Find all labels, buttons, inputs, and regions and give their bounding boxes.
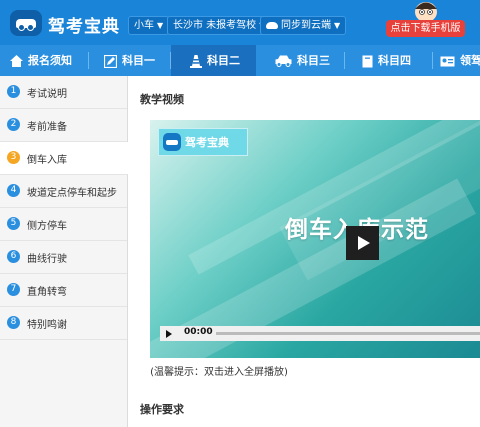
tab-subject-1[interactable]: 科目一 [104,45,155,76]
chevron-down-icon: ▼ [157,21,164,30]
house-icon [10,55,23,67]
app-title: 驾考宝典 [48,17,120,37]
tab-license[interactable]: 领驾 [440,45,480,76]
sidebar-item-label: 直角转弯 [27,287,67,298]
tab-registration[interactable]: 报名须知 [10,45,72,76]
sidebar-item-label: 侧方停车 [27,221,67,232]
tab-label: 领驾 [460,54,480,67]
sidebar-item-reverse-parking[interactable]: 3 倒车入库 [0,142,128,175]
top-header: 驾考宝典 小车▼ 长沙市 未报考驾校▼ 同步到云端▼ 点击下载手机版 [0,0,480,45]
fullscreen-tip-text: (温馨提示：双击进入全屏播放) [150,367,288,378]
sync-label: 同步到云端 [281,20,331,31]
step-number-badge: 1 [7,85,20,98]
step-number-badge: 6 [7,250,20,263]
sidebar-item-hill-start[interactable]: 4 坡道定点停车和起步 [0,175,127,208]
video-controls: 00:00 [160,326,480,341]
sidebar-item-label: 考试说明 [27,89,67,100]
car-icon [275,55,292,67]
video-player[interactable]: 驾考宝典 倒车入库示范 00:00 [150,120,480,358]
step-number-badge: 5 [7,217,20,230]
video-section-title: 教学视频 [140,93,184,106]
step-number-badge: 7 [7,283,20,296]
play-icon[interactable] [166,330,172,338]
video-logo-text: 驾考宝典 [185,136,229,149]
nav-divider [88,52,89,69]
app-logo-icon [10,10,42,36]
school-dropdown[interactable]: 长沙市 未报考驾校▼ [167,16,272,35]
cloud-icon [266,21,278,29]
progress-track[interactable] [216,332,480,335]
play-icon[interactable] [346,226,379,260]
sidebar-item-preparation[interactable]: 2 考前准备 [0,109,127,142]
car-type-dropdown[interactable]: 小车 ▼ [128,16,170,35]
id-card-icon [440,56,455,66]
traffic-cone-icon [190,54,202,68]
step-number-badge: 3 [7,151,20,164]
book-icon [362,55,373,67]
nav-divider [432,52,433,69]
main-content: 教学视频 驾考宝典 倒车入库示范 00:00 (温馨提示：双击进入全屏播放) 操… [128,76,480,427]
tab-subject-3[interactable]: 科目三 [275,45,330,76]
mascot-icon [415,2,437,20]
step-number-badge: 8 [7,316,20,329]
sidebar-item-label: 特别鸣谢 [27,320,67,331]
sidebar-item-label: 曲线行驶 [27,254,67,265]
step-number-badge: 4 [7,184,20,197]
sidebar-item-curve-driving[interactable]: 6 曲线行驶 [0,241,127,274]
video-time: 00:00 [184,327,213,337]
sidebar-item-thanks[interactable]: 8 特别鸣谢 [0,307,127,340]
nav-divider [344,52,345,69]
sidebar-item-label: 坡道定点停车和起步 [27,188,117,199]
tab-label: 科目三 [297,54,330,67]
fullscreen-tip: (温馨提示：双击进入全屏播放) [128,363,480,378]
tab-label: 科目四 [378,54,411,67]
tab-subject-4[interactable]: 科目四 [362,45,411,76]
download-app-button[interactable]: 点击下载手机版 [386,20,465,37]
sidebar-item-exam-notes[interactable]: 1 考试说明 [0,76,127,109]
app-logo-icon [163,133,181,151]
sidebar-item-right-angle-turn[interactable]: 7 直角转弯 [0,274,127,307]
tab-label: 科目一 [122,54,155,67]
school-label: 长沙市 未报考驾校 [173,20,257,31]
sidebar-item-parallel-parking[interactable]: 5 侧方停车 [0,208,127,241]
tab-label: 报名须知 [28,54,72,67]
pencil-icon [104,54,117,68]
sidebar-item-label: 倒车入库 [27,155,67,166]
requirements-section-title: 操作要求 [140,403,184,416]
tab-label: 科目二 [207,54,240,67]
sync-cloud-dropdown[interactable]: 同步到云端 ▼ [260,16,347,35]
video-logo-badge: 驾考宝典 [158,128,248,156]
step-number-badge: 2 [7,118,20,131]
subject-nav: 报名须知 科目一 科目二 科目三 科目四 领驾 [0,45,480,76]
car-type-label: 小车 [134,20,154,31]
sidebar: 1 考试说明 2 考前准备 3 倒车入库 4 坡道定点停车和起步 5 侧方停车 … [0,76,128,427]
chevron-down-icon: ▼ [334,21,341,30]
sidebar-item-label: 考前准备 [27,122,67,133]
tab-subject-2[interactable]: 科目二 [171,45,256,76]
